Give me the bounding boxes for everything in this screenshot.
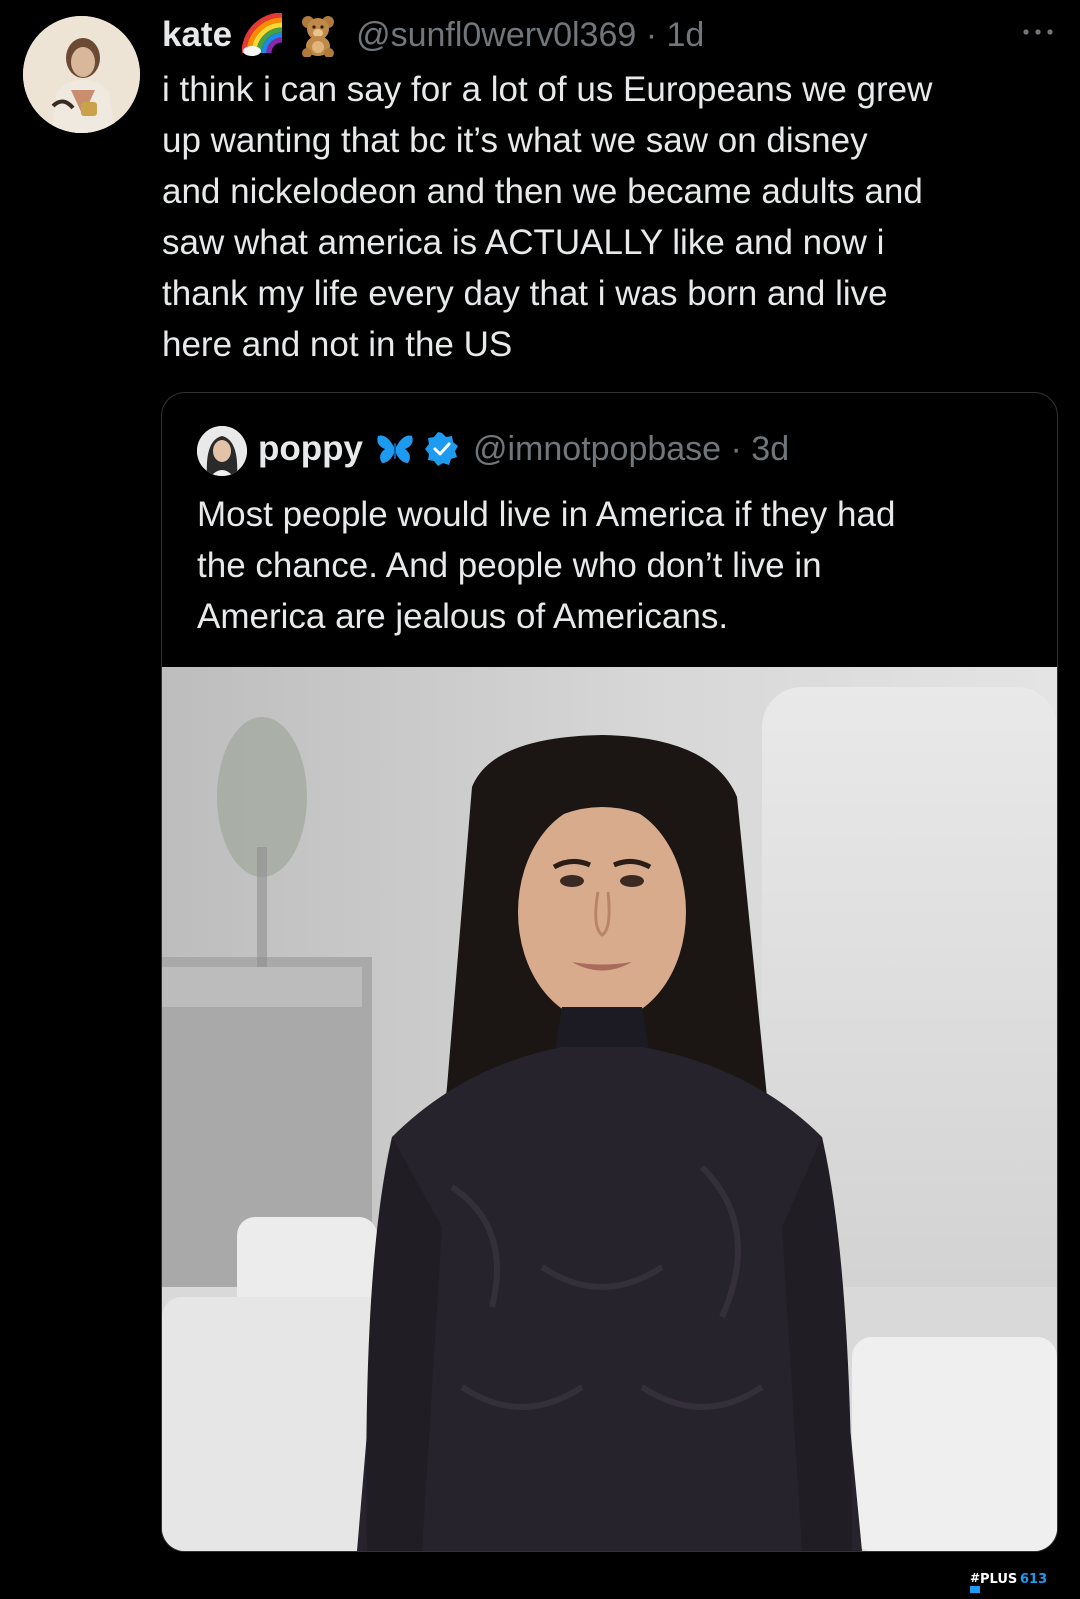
svg-text:613: 613 xyxy=(1020,1572,1047,1587)
quoted-text-line: the chance. And people who don’t live in xyxy=(197,546,822,585)
svg-text:#: # xyxy=(970,1571,980,1585)
tweet-text-line: here and not in the US xyxy=(162,325,513,364)
quoted-text-line: Most people would live in America if the… xyxy=(197,495,896,534)
tweet-text-line: up wanting that bc it’s what we saw on d… xyxy=(162,121,868,160)
more-horizontal-icon[interactable] xyxy=(1018,12,1058,52)
author-handle-and-time[interactable]: @sunfl0werv0l369 · 1d xyxy=(356,16,704,55)
tweet-text-line: i think i can say for a lot of us Europe… xyxy=(162,70,933,109)
tweet-text-line: and nickelodeon and then we became adult… xyxy=(162,172,923,211)
tweet-text-line: thank my life every day that i was born … xyxy=(162,274,888,313)
quoted-author-avatar[interactable] xyxy=(197,426,247,476)
svg-text:PLUS: PLUS xyxy=(980,1572,1017,1587)
author-display-name[interactable]: kate xyxy=(162,15,232,55)
teddy-bear-emoji xyxy=(296,13,340,58)
quoted-avatar-photo xyxy=(197,426,247,476)
rainbow-emoji xyxy=(241,12,286,57)
author-avatar[interactable] xyxy=(23,16,140,133)
quoted-author-display-name[interactable]: poppy xyxy=(258,429,363,469)
quoted-tweet-media-photo[interactable] xyxy=(162,667,1057,1551)
butterfly-emoji xyxy=(375,429,415,469)
tweet-text-line: saw what america is ACTUALLY like and no… xyxy=(162,223,885,262)
avatar-photo xyxy=(23,16,140,133)
watermark-logo: # PLUS 613 xyxy=(970,1568,1070,1594)
quoted-author-handle-and-time[interactable]: @imnotpopbase · 3d xyxy=(473,430,789,469)
quoted-tweet-card[interactable]: poppy @imnotpopbase · 3d Most people wou… xyxy=(161,392,1058,1552)
quoted-tweet-text: Most people would live in America if the… xyxy=(197,489,1037,642)
tweet: kate @sunfl0werv0l369 · 1d i think i can… xyxy=(0,0,1080,1598)
tweet-header: kate @sunfl0werv0l369 · 1d xyxy=(162,10,704,60)
quoted-text-line: America are jealous of Americans. xyxy=(197,597,729,636)
tweet-text: i think i can say for a lot of us Europe… xyxy=(162,64,1062,370)
verified-badge-icon xyxy=(424,432,459,466)
quoted-tweet-header: poppy @imnotpopbase · 3d xyxy=(258,423,789,475)
portrait-photo xyxy=(162,667,1057,1551)
